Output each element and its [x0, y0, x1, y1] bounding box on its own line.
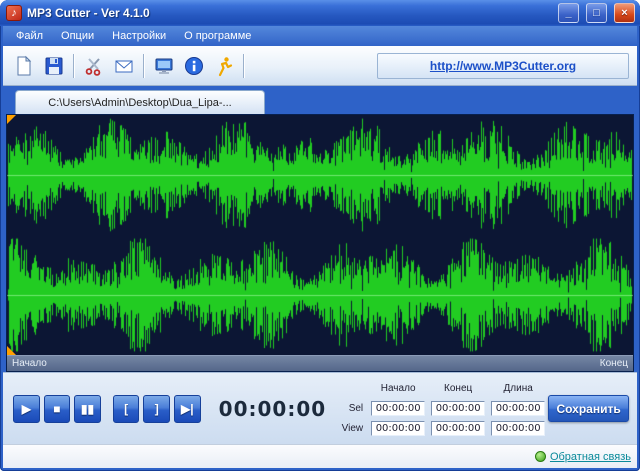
waveform-panel: Начало Конец: [6, 114, 634, 372]
email-button[interactable]: [109, 52, 139, 80]
file-tab[interactable]: C:\Users\Admin\Desktop\Dua_Lipa-...: [15, 90, 265, 114]
pause-button[interactable]: ▮▮: [74, 395, 101, 423]
selection-table: Начало Конец Длина Sel View: [338, 380, 548, 438]
set-start-button[interactable]: [: [113, 395, 140, 423]
website-link[interactable]: http://www.MP3Cutter.org: [430, 59, 576, 73]
display-icon: [153, 55, 175, 77]
selection-start-marker-bottom[interactable]: [7, 346, 16, 355]
feedback-icon: [535, 451, 546, 462]
header-end: Конец: [428, 383, 488, 394]
menu-about[interactable]: О программе: [175, 27, 260, 45]
waveform-canvas[interactable]: [7, 115, 633, 355]
control-panel: ▶ ■ ▮▮ [ ] ▶| 00:00:00 Начало Конец Длин…: [3, 372, 637, 444]
app-window: ♪ MP3 Cutter - Ver 4.1.0 _ □ × Файл Опци…: [0, 0, 640, 471]
menu-settings[interactable]: Настройки: [103, 27, 175, 45]
new-file-button[interactable]: [9, 52, 39, 80]
cut-icon: [83, 55, 105, 77]
toolbar-separator: [73, 54, 75, 78]
sel-length-field[interactable]: [491, 401, 545, 416]
view-length-field[interactable]: [491, 421, 545, 436]
menu-file[interactable]: Файл: [7, 27, 52, 45]
titlebar: ♪ MP3 Cutter - Ver 4.1.0 _ □ ×: [0, 0, 640, 26]
email-icon: [113, 55, 135, 77]
selection-start-marker-top[interactable]: [7, 115, 16, 124]
waveform-start-label: Начало: [12, 358, 47, 369]
file-tab-label: C:\Users\Admin\Desktop\Dua_Lipa-...: [48, 97, 231, 109]
sel-start-field[interactable]: [371, 401, 425, 416]
save-button[interactable]: Сохранить: [548, 395, 629, 422]
toolbar: http://www.MP3Cutter.org: [3, 46, 637, 86]
info-icon: [183, 55, 205, 77]
toolbar-separator: [143, 54, 145, 78]
aol-button[interactable]: [209, 52, 239, 80]
app-icon: ♪: [6, 5, 22, 21]
set-end-button[interactable]: ]: [143, 395, 170, 423]
menubar: Файл Опции Настройки О программе: [3, 26, 637, 46]
stop-button[interactable]: ■: [44, 395, 71, 423]
new-file-icon: [13, 55, 35, 77]
feedback-link[interactable]: Обратная связь: [550, 451, 631, 463]
statusbar: Обратная связь: [3, 444, 637, 468]
save-button-toolbar[interactable]: [39, 52, 69, 80]
time-display: 00:00:00: [219, 397, 327, 421]
sel-end-field[interactable]: [431, 401, 485, 416]
link-panel: http://www.MP3Cutter.org: [377, 53, 629, 79]
play-button[interactable]: ▶: [13, 395, 40, 423]
minimize-button[interactable]: _: [558, 3, 579, 23]
tabstrip: C:\Users\Admin\Desktop\Dua_Lipa-...: [3, 86, 637, 114]
play-selection-button[interactable]: ▶|: [174, 395, 201, 423]
close-button[interactable]: ×: [614, 3, 635, 23]
aol-runner-icon: [213, 55, 235, 77]
header-length: Длина: [488, 383, 548, 394]
view-end-field[interactable]: [431, 421, 485, 436]
menu-options[interactable]: Опции: [52, 27, 103, 45]
waveform-end-label: Конец: [600, 358, 628, 369]
row-label-view: View: [338, 423, 368, 434]
header-start: Начало: [368, 383, 428, 394]
view-start-field[interactable]: [371, 421, 425, 436]
waveform-footer: Начало Конец: [7, 355, 633, 371]
display-button[interactable]: [149, 52, 179, 80]
maximize-button[interactable]: □: [586, 3, 607, 23]
window-title: MP3 Cutter - Ver 4.1.0: [27, 6, 551, 20]
cut-button[interactable]: [79, 52, 109, 80]
toolbar-separator: [243, 54, 245, 78]
info-button[interactable]: [179, 52, 209, 80]
save-icon: [43, 55, 65, 77]
row-label-sel: Sel: [338, 403, 368, 414]
